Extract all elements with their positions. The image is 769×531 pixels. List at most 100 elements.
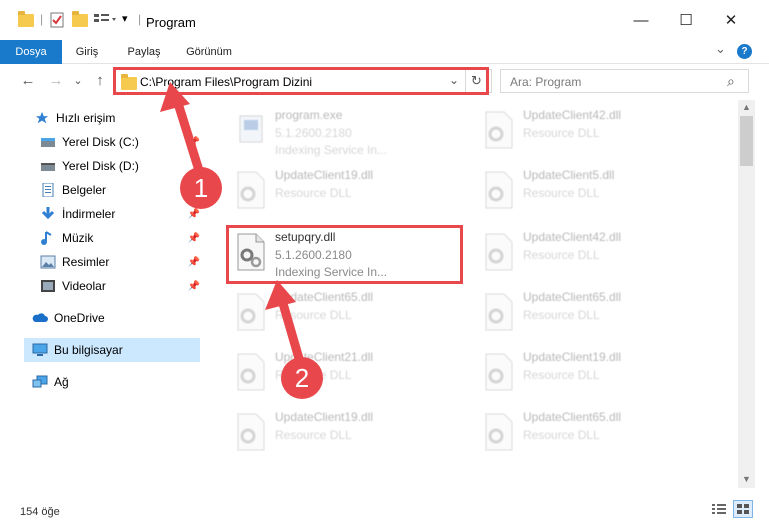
sidebar-item-quick-access[interactable]: Hızlı erişim <box>34 106 204 130</box>
file-name: UpdateClient42.dll <box>523 230 622 244</box>
file-name: UpdateClient65.dll <box>523 290 622 304</box>
sidebar-item-label: Yerel Disk (D:) <box>62 159 139 173</box>
sidebar-item-drive-c[interactable]: Yerel Disk (C:) 📌 <box>40 130 204 154</box>
dll-file-icon <box>237 171 265 209</box>
ribbon-collapse-icon[interactable]: ⌄ <box>715 41 726 57</box>
drive-icon <box>41 138 55 147</box>
back-button[interactable]: ← <box>18 72 38 89</box>
window-title: Program <box>146 15 196 30</box>
computer-icon <box>32 343 48 356</box>
scroll-up-icon[interactable]: ▲ <box>742 102 751 112</box>
sidebar-item-pictures[interactable]: Resimler 📌 <box>40 250 204 274</box>
file-name: UpdateClient65.dll <box>523 410 622 424</box>
file-list: program.exe 5.1.2600.2180 Indexing Servi… <box>208 100 738 490</box>
file-tile[interactable]: UpdateClient65.dll Resource DLL <box>476 406 716 462</box>
sidebar-item-label: Ağ <box>54 375 69 389</box>
file-tile[interactable]: program.exe 5.1.2600.2180 Indexing Servi… <box>228 104 468 160</box>
file-name: program.exe <box>275 108 343 122</box>
file-type: Resource DLL <box>523 248 600 262</box>
pin-icon: 📌 <box>187 136 200 148</box>
view-options-icon[interactable] <box>93 12 117 28</box>
recent-locations-button[interactable]: ⌄ <box>68 74 88 87</box>
file-tile[interactable]: UpdateClient21.dll Resource DLL <box>228 346 468 402</box>
music-icon <box>41 231 52 245</box>
file-type: Resource DLL <box>523 308 600 322</box>
step-1-badge: 1 <box>180 167 222 209</box>
sidebar-item-label: İndirmeler <box>62 207 116 221</box>
file-type: Resource DLL <box>523 368 600 382</box>
tab-home[interactable]: Giriş <box>62 40 112 64</box>
file-description: Indexing Service In... <box>275 143 388 157</box>
separator: | <box>40 12 44 26</box>
pictures-icon <box>40 255 56 269</box>
tab-view[interactable]: Görünüm <box>176 40 242 64</box>
sidebar-item-drive-d[interactable]: Yerel Disk (D:) <box>40 154 204 178</box>
sidebar-item-music[interactable]: Müzik 📌 <box>40 226 204 250</box>
file-tile[interactable]: UpdateClient19.dll Resource DLL <box>228 406 468 462</box>
new-folder-icon[interactable] <box>72 11 88 27</box>
address-bar-highlight <box>113 67 489 95</box>
file-tile[interactable]: UpdateClient19.dll Resource DLL <box>228 164 468 220</box>
file-highlight <box>226 225 463 284</box>
help-icon[interactable]: ? <box>737 44 752 59</box>
file-type: Resource DLL <box>523 186 600 200</box>
properties-icon[interactable] <box>49 12 65 28</box>
dll-file-icon <box>485 353 513 391</box>
up-button[interactable]: ↑ <box>90 72 110 89</box>
sidebar-item-label: Videolar <box>62 279 106 293</box>
title-bar: | ▾ | Program — ☐ ✕ <box>0 0 769 40</box>
dll-file-icon <box>485 171 513 209</box>
file-type: Resource DLL <box>523 126 600 140</box>
dll-file-icon <box>485 111 513 149</box>
scroll-down-icon[interactable]: ▼ <box>742 474 751 484</box>
star-icon <box>35 111 49 124</box>
customize-quick-access-icon[interactable]: ▾ <box>122 12 128 25</box>
details-view-icon[interactable] <box>711 502 727 519</box>
dll-file-icon <box>485 233 513 271</box>
sidebar-item-downloads[interactable]: İndirmeler 📌 <box>40 202 204 226</box>
sidebar-item-onedrive[interactable]: OneDrive <box>32 306 204 330</box>
vertical-scrollbar[interactable]: ▲ ▼ <box>738 100 755 488</box>
search-box[interactable]: Ara: Program ⌕ <box>500 69 749 93</box>
dll-file-icon <box>485 413 513 451</box>
maximize-button[interactable]: ☐ <box>672 10 700 32</box>
sidebar-item-this-pc[interactable]: Bu bilgisayar <box>24 338 200 362</box>
sidebar-item-label: OneDrive <box>54 311 105 325</box>
network-icon <box>32 375 48 388</box>
file-tile[interactable]: UpdateClient42.dll Resource DLL <box>476 226 716 282</box>
scrollbar-thumb[interactable] <box>740 116 753 166</box>
minimize-button[interactable]: — <box>627 10 655 32</box>
file-tile[interactable]: UpdateClient65.dll Resource DLL <box>228 286 468 342</box>
file-tile[interactable]: UpdateClient19.dll Resource DLL <box>476 346 716 402</box>
file-tile[interactable]: UpdateClient42.dll Resource DLL <box>476 104 716 160</box>
exe-file-icon <box>239 115 263 143</box>
pin-icon: 📌 <box>187 280 200 292</box>
search-icon[interactable]: ⌕ <box>727 73 735 90</box>
pin-icon: 📌 <box>187 256 200 268</box>
pin-icon: 📌 <box>187 232 200 244</box>
file-name: UpdateClient19.dll <box>275 410 374 424</box>
close-button[interactable]: ✕ <box>717 10 745 32</box>
file-tile[interactable]: UpdateClient5.dll Resource DLL <box>476 164 716 220</box>
forward-button[interactable]: → <box>46 72 66 89</box>
tab-file[interactable]: Dosya <box>0 40 62 64</box>
pin-icon: 📌 <box>187 208 200 220</box>
file-name: UpdateClient5.dll <box>523 168 615 182</box>
file-tile[interactable]: UpdateClient65.dll Resource DLL <box>476 286 716 342</box>
tab-share[interactable]: Paylaş <box>116 40 172 64</box>
file-type: Resource DLL <box>275 308 352 322</box>
file-name: UpdateClient19.dll <box>523 350 622 364</box>
dll-file-icon <box>237 293 265 331</box>
dll-file-icon <box>485 293 513 331</box>
file-type: Resource DLL <box>275 186 352 200</box>
downloads-icon <box>41 207 55 220</box>
tiles-view-icon[interactable] <box>733 500 753 518</box>
cloud-icon <box>32 313 48 322</box>
drive-icon <box>41 163 55 171</box>
search-input[interactable]: Ara: Program <box>510 75 581 89</box>
dll-file-icon <box>237 353 265 391</box>
sidebar-item-videos[interactable]: Videolar 📌 <box>40 274 204 298</box>
sidebar-item-network[interactable]: Ağ <box>32 370 204 394</box>
videos-icon <box>41 280 55 292</box>
sidebar-item-label: Bu bilgisayar <box>54 343 123 357</box>
